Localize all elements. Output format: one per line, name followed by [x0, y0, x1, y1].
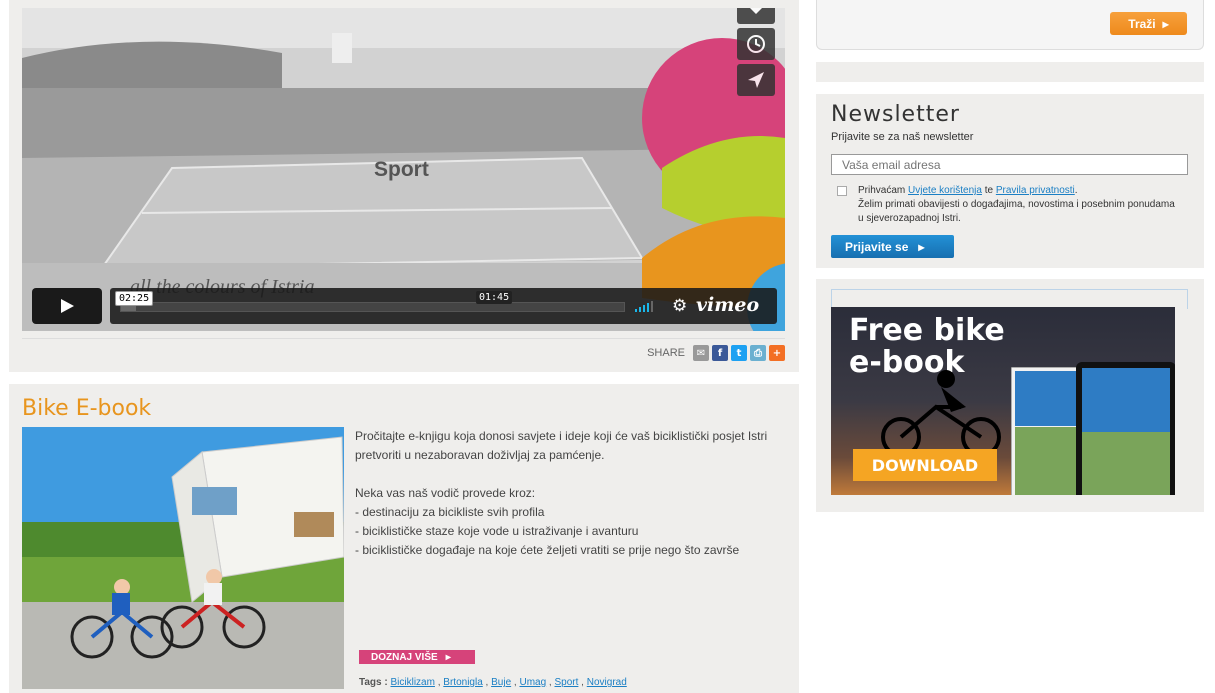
hover-time: 01:45 — [476, 291, 513, 304]
arrow-right-icon: ▸ — [1162, 16, 1169, 31]
ebook-intro: Pročitajte e-knjigu koja donosi savjete … — [355, 429, 768, 462]
privacy-link[interactable]: Pravila privatnosti — [996, 185, 1075, 196]
ad-title-line: Free bike — [849, 313, 1005, 348]
elapsed-time: 02:25 — [115, 291, 154, 306]
ebook-cyclists-image — [22, 427, 344, 689]
tablet-image — [1076, 362, 1175, 495]
facebook-icon[interactable]: f — [712, 345, 728, 361]
ebook-panel: Bike E-book Pročitajte e-knjigu koja don… — [9, 384, 799, 693]
arrow-right-icon: ▸ — [445, 651, 451, 663]
video-player[interactable]: Sport all the colours of Istria 02:25 01… — [22, 8, 785, 331]
newsletter-subtitle: Prijavite se za naš newsletter — [831, 131, 974, 143]
video-overlay-word: Sport — [374, 158, 429, 181]
ebook-bullet: - biciklističke događaje na koje ćete že… — [355, 543, 740, 557]
download-button[interactable]: DOWNLOAD — [853, 449, 997, 481]
search-box: Traži ▸ — [816, 0, 1204, 50]
ad-frame — [831, 289, 1188, 309]
newsletter-panel: Newsletter Prijavite se za naš newslette… — [816, 94, 1204, 268]
settings-icon[interactable]: ⚙ — [672, 296, 687, 316]
consent-details: Želim primati obavijesti o događajima, n… — [858, 199, 1175, 224]
tag-link[interactable]: Buje — [491, 677, 511, 688]
divider-strip — [816, 62, 1204, 82]
subscribe-label: Prijavite se — [845, 239, 909, 254]
play-icon — [61, 299, 74, 313]
tags-line: Tags : Biciklizam , Brtonigla , Buje , U… — [359, 677, 627, 688]
subscribe-button[interactable]: Prijavite se ▸ — [831, 235, 954, 258]
consent-prefix: Prihvaćam — [858, 185, 906, 196]
search-button[interactable]: Traži ▸ — [1110, 12, 1187, 35]
video-controls: 02:25 01:45 ⚙ vimeo — [32, 288, 777, 324]
control-bar: 02:25 01:45 ⚙ vimeo — [110, 288, 777, 324]
ebook-title: Bike E-book — [22, 396, 152, 421]
free-ebook-banner[interactable]: Free bike e-book DOWNLOAD — [831, 307, 1175, 495]
newsletter-title: Newsletter — [831, 102, 960, 127]
share-label: SHARE — [647, 347, 685, 359]
plus-icon[interactable]: + — [769, 345, 785, 361]
terms-link[interactable]: Uvjete korištenja — [908, 185, 982, 196]
page: Sport all the colours of Istria 02:25 01… — [0, 0, 1215, 693]
email-field[interactable] — [831, 154, 1188, 175]
tag-link[interactable]: Umag — [519, 677, 546, 688]
print-icon[interactable]: ⎙ — [750, 345, 766, 361]
twitter-icon[interactable]: t — [731, 345, 747, 361]
share-bar: SHARE ✉ f t ⎙ + — [22, 338, 785, 361]
play-button[interactable] — [32, 288, 102, 324]
heart-icon[interactable] — [737, 8, 775, 24]
send-icon[interactable] — [737, 64, 775, 96]
progress-bar[interactable]: 02:25 01:45 — [115, 291, 625, 312]
cyclist-silhouette — [881, 370, 1001, 457]
tag-link[interactable]: Sport — [555, 677, 579, 688]
tag-link[interactable]: Brtonigla — [443, 677, 482, 688]
email-icon[interactable]: ✉ — [693, 345, 709, 361]
search-button-label: Traži — [1128, 16, 1156, 31]
video-panel: Sport all the colours of Istria 02:25 01… — [9, 0, 799, 372]
clock-icon[interactable] — [737, 28, 775, 60]
volume-control[interactable] — [635, 300, 653, 312]
consent-middle: te — [984, 185, 994, 196]
tags-label: Tags : — [359, 677, 388, 688]
tag-link[interactable]: Biciklizam — [391, 677, 435, 688]
ebook-bullet: - destinaciju za bicikliste svih profila — [355, 505, 545, 519]
consent-text: Prihvaćam Uvjete korištenja te Pravila p… — [858, 184, 1178, 226]
arrow-right-icon: ▸ — [918, 239, 925, 254]
ebook-ad-panel: Free bike e-book DOWNLOAD — [816, 279, 1204, 512]
consent-suffix: . — [1074, 185, 1078, 196]
vimeo-logo[interactable]: vimeo — [696, 294, 759, 316]
ebook-bullet: - biciklističke staze koje vode u istraž… — [355, 524, 639, 538]
learn-more-label: DOZNAJ VIŠE — [371, 651, 438, 663]
consent-checkbox[interactable] — [837, 186, 847, 196]
ebook-description: Pročitajte e-knjigu koja donosi savjete … — [355, 427, 785, 560]
tag-link[interactable]: Novigrad — [587, 677, 627, 688]
learn-more-button[interactable]: DOZNAJ VIŠE ▸ — [359, 650, 475, 664]
ebook-lead: Neka vas naš vodič provede kroz: — [355, 486, 536, 500]
